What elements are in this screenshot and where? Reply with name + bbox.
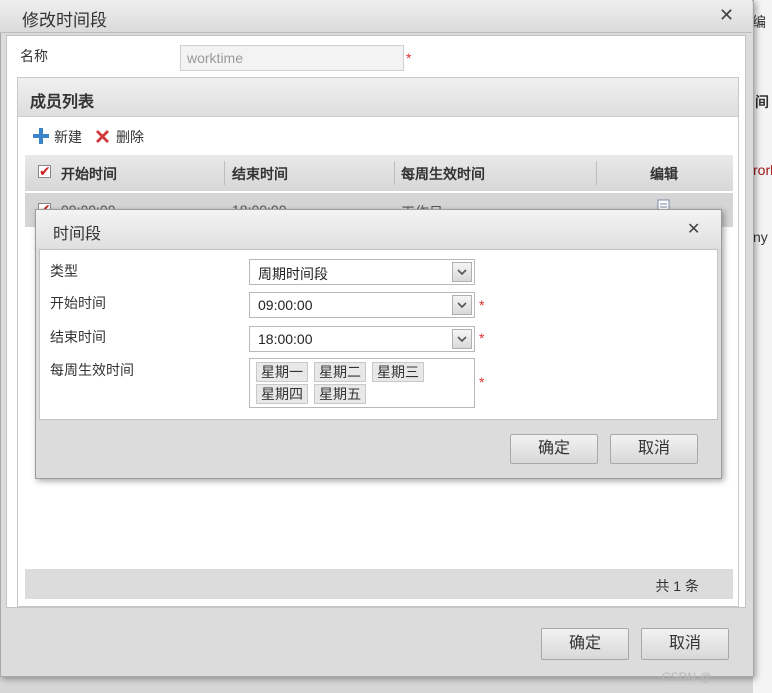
end-time-select[interactable]: 18:00:00 <box>249 326 475 352</box>
type-select[interactable]: 周期时间段 <box>249 259 475 285</box>
weekly-required-mark: * <box>479 374 485 390</box>
outer-dialog-title: 修改时间段 <box>22 11 107 30</box>
watermark-text: CSDN @ <box>662 670 712 684</box>
weekday-multiselect[interactable]: 星期一 星期二 星期三 星期四 星期五 <box>249 358 475 408</box>
outer-cancel-button[interactable]: 取消 <box>641 628 729 660</box>
start-time-value: 09:00:00 <box>258 297 313 313</box>
background-column-fragment: 间 <box>755 94 769 110</box>
column-header-end[interactable]: 结束时间 <box>232 164 288 184</box>
chevron-down-icon <box>457 336 467 343</box>
outer-close-icon[interactable]: ✕ <box>719 6 734 24</box>
add-icon <box>33 128 49 144</box>
weekly-label: 每周生效时间 <box>50 362 134 378</box>
name-required-mark: * <box>406 50 412 66</box>
inner-dialog-titlebar[interactable] <box>36 210 721 248</box>
inner-close-icon[interactable]: ✕ <box>687 221 700 239</box>
member-list-title: 成员列表 <box>30 94 95 111</box>
column-divider <box>394 161 395 185</box>
end-time-value: 18:00:00 <box>258 331 313 347</box>
start-time-dropdown-button[interactable] <box>452 295 472 315</box>
weekday-tag[interactable]: 星期五 <box>314 384 366 404</box>
weekday-tag[interactable]: 星期四 <box>256 384 308 404</box>
delete-icon <box>96 130 109 143</box>
start-time-select[interactable]: 09:00:00 <box>249 292 475 318</box>
select-all-check-icon: ✔ <box>39 163 51 179</box>
outer-ok-button[interactable]: 确定 <box>541 628 629 660</box>
type-select-value: 周期时间段 <box>258 266 328 282</box>
column-divider <box>596 161 597 185</box>
delete-button[interactable]: 删除 <box>94 126 150 146</box>
outer-dialog-titlebar[interactable] <box>0 0 752 33</box>
record-count: 共 1 条 <box>655 578 699 594</box>
weekday-tag[interactable]: 星期二 <box>314 362 366 382</box>
inner-dialog-title: 时间段 <box>53 226 102 243</box>
chevron-down-icon <box>457 269 467 276</box>
background-row-fragment: ny <box>753 229 768 245</box>
column-header-edit[interactable]: 编辑 <box>650 164 678 184</box>
member-list-header <box>18 78 738 117</box>
type-dropdown-button[interactable] <box>452 262 472 282</box>
name-label: 名称 <box>20 48 48 64</box>
inner-cancel-button[interactable]: 取消 <box>610 434 698 464</box>
end-time-label: 结束时间 <box>50 329 106 345</box>
type-label: 类型 <box>50 263 78 279</box>
chevron-down-icon <box>457 302 467 309</box>
weekday-tag[interactable]: 星期一 <box>256 362 308 382</box>
background-title-fragment: 编 <box>752 14 766 30</box>
member-grid-footer: 共 1 条 <box>25 569 733 599</box>
column-header-weekly[interactable]: 每周生效时间 <box>401 164 485 184</box>
member-grid-header: ✔ 开始时间 结束时间 每周生效时间 编辑 <box>25 155 733 191</box>
column-header-start[interactable]: 开始时间 <box>61 164 117 184</box>
end-time-required-mark: * <box>479 330 485 346</box>
select-all-checkbox[interactable]: ✔ <box>38 163 51 179</box>
start-time-label: 开始时间 <box>50 295 106 311</box>
new-button-label: 新建 <box>54 129 82 145</box>
delete-button-label: 删除 <box>116 129 144 145</box>
background-link-fragment: rork <box>753 162 772 178</box>
start-time-required-mark: * <box>479 297 485 313</box>
name-field[interactable] <box>180 45 404 71</box>
weekday-tag[interactable]: 星期三 <box>372 362 424 382</box>
end-time-dropdown-button[interactable] <box>452 329 472 349</box>
column-divider <box>224 161 225 185</box>
new-button[interactable]: 新建 <box>32 126 88 146</box>
inner-ok-button[interactable]: 确定 <box>510 434 598 464</box>
